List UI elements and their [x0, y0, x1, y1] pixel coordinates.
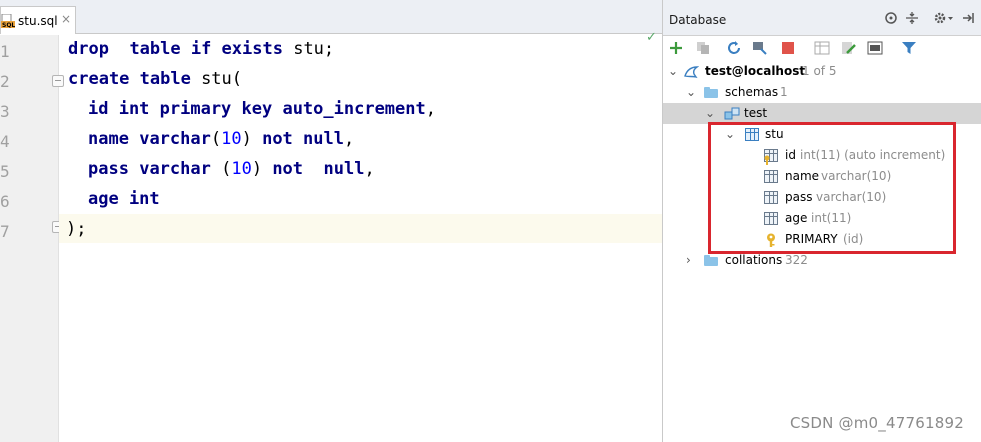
schema-label: test: [744, 106, 768, 120]
table-view-icon[interactable]: [814, 40, 830, 56]
refresh-icon[interactable]: [726, 40, 742, 56]
sql-editor[interactable]: SQL stu.sql × 1 2 3 4 5 6 7 ✓ drop table…: [0, 0, 662, 442]
folder-icon: [704, 87, 718, 98]
schemas-label: schemas: [725, 85, 779, 99]
tree-node-connection[interactable]: ⌄ test@localhost 1 of 5: [663, 61, 981, 82]
duplicate-icon[interactable]: [695, 40, 711, 56]
database-panel-header: Database: [663, 0, 981, 36]
mysql-dolphin-icon: [684, 66, 699, 79]
connection-hint: 1 of 5: [802, 64, 837, 78]
collapse-all-icon[interactable]: [905, 11, 919, 25]
code-line-1[interactable]: drop table if exists stu;: [68, 39, 334, 59]
chevron-down-icon[interactable]: ⌄: [705, 103, 715, 124]
watermark: CSDN @m0_47761892: [790, 414, 964, 432]
close-icon[interactable]: ×: [61, 12, 71, 26]
crosshair-icon[interactable]: [884, 11, 898, 25]
filter-icon[interactable]: [901, 40, 917, 56]
code-line-7[interactable]: );: [66, 219, 86, 239]
line-number: 7: [0, 222, 10, 241]
annotation-highlight-box: [708, 122, 956, 254]
line-number: 2: [0, 72, 10, 91]
checkmark-icon[interactable]: ✓: [646, 30, 657, 45]
line-number: 1: [0, 42, 10, 61]
line-number-gutter[interactable]: 1 2 3 4 5 6 7: [0, 35, 64, 442]
tree-node-schemas[interactable]: ⌄ schemas 1: [663, 82, 981, 103]
code-line-3[interactable]: id int primary key auto_increment,: [88, 99, 436, 119]
panel-title: Database: [669, 13, 727, 27]
edit-source-icon[interactable]: [841, 40, 857, 56]
stop-icon[interactable]: [780, 40, 796, 56]
properties-icon[interactable]: [752, 40, 768, 56]
database-panel: Database ⌄ test@localhost 1 of 5 ⌄ schem…: [663, 0, 981, 442]
schemas-hint: 1: [780, 85, 788, 99]
line-number: 6: [0, 192, 10, 211]
editor-tab-bar: SQL stu.sql ×: [0, 0, 662, 34]
chevron-down-icon[interactable]: ⌄: [668, 61, 678, 82]
tree-node-schema-test[interactable]: ⌄ test: [663, 103, 981, 124]
code-line-4[interactable]: name varchar(10) not null,: [88, 129, 354, 149]
gear-icon[interactable]: [933, 11, 955, 25]
chevron-right-icon[interactable]: ›: [686, 250, 691, 271]
tab-stu-sql[interactable]: SQL stu.sql ×: [0, 6, 76, 34]
hide-panel-icon[interactable]: [961, 11, 975, 25]
code-line-2[interactable]: create table stu(: [68, 69, 242, 89]
database-toolbar: [663, 36, 981, 60]
schema-icon: [724, 107, 740, 120]
svg-text:SQL: SQL: [2, 22, 15, 28]
line-number: 5: [0, 162, 10, 181]
fold-marker-icon[interactable]: [52, 75, 64, 87]
line-number: 4: [0, 132, 10, 151]
chevron-down-icon[interactable]: ⌄: [686, 82, 696, 103]
tab-label: stu.sql: [18, 14, 58, 28]
sql-file-icon: SQL: [1, 14, 15, 28]
code-line-6[interactable]: age int: [88, 189, 160, 209]
folder-icon: [704, 255, 718, 266]
console-icon[interactable]: [867, 40, 883, 56]
connection-label: test@localhost: [705, 64, 806, 78]
current-line-highlight: [59, 214, 662, 243]
add-icon[interactable]: [668, 40, 684, 56]
code-line-5[interactable]: pass varchar (10) not null,: [88, 159, 375, 179]
line-number: 3: [0, 102, 10, 121]
